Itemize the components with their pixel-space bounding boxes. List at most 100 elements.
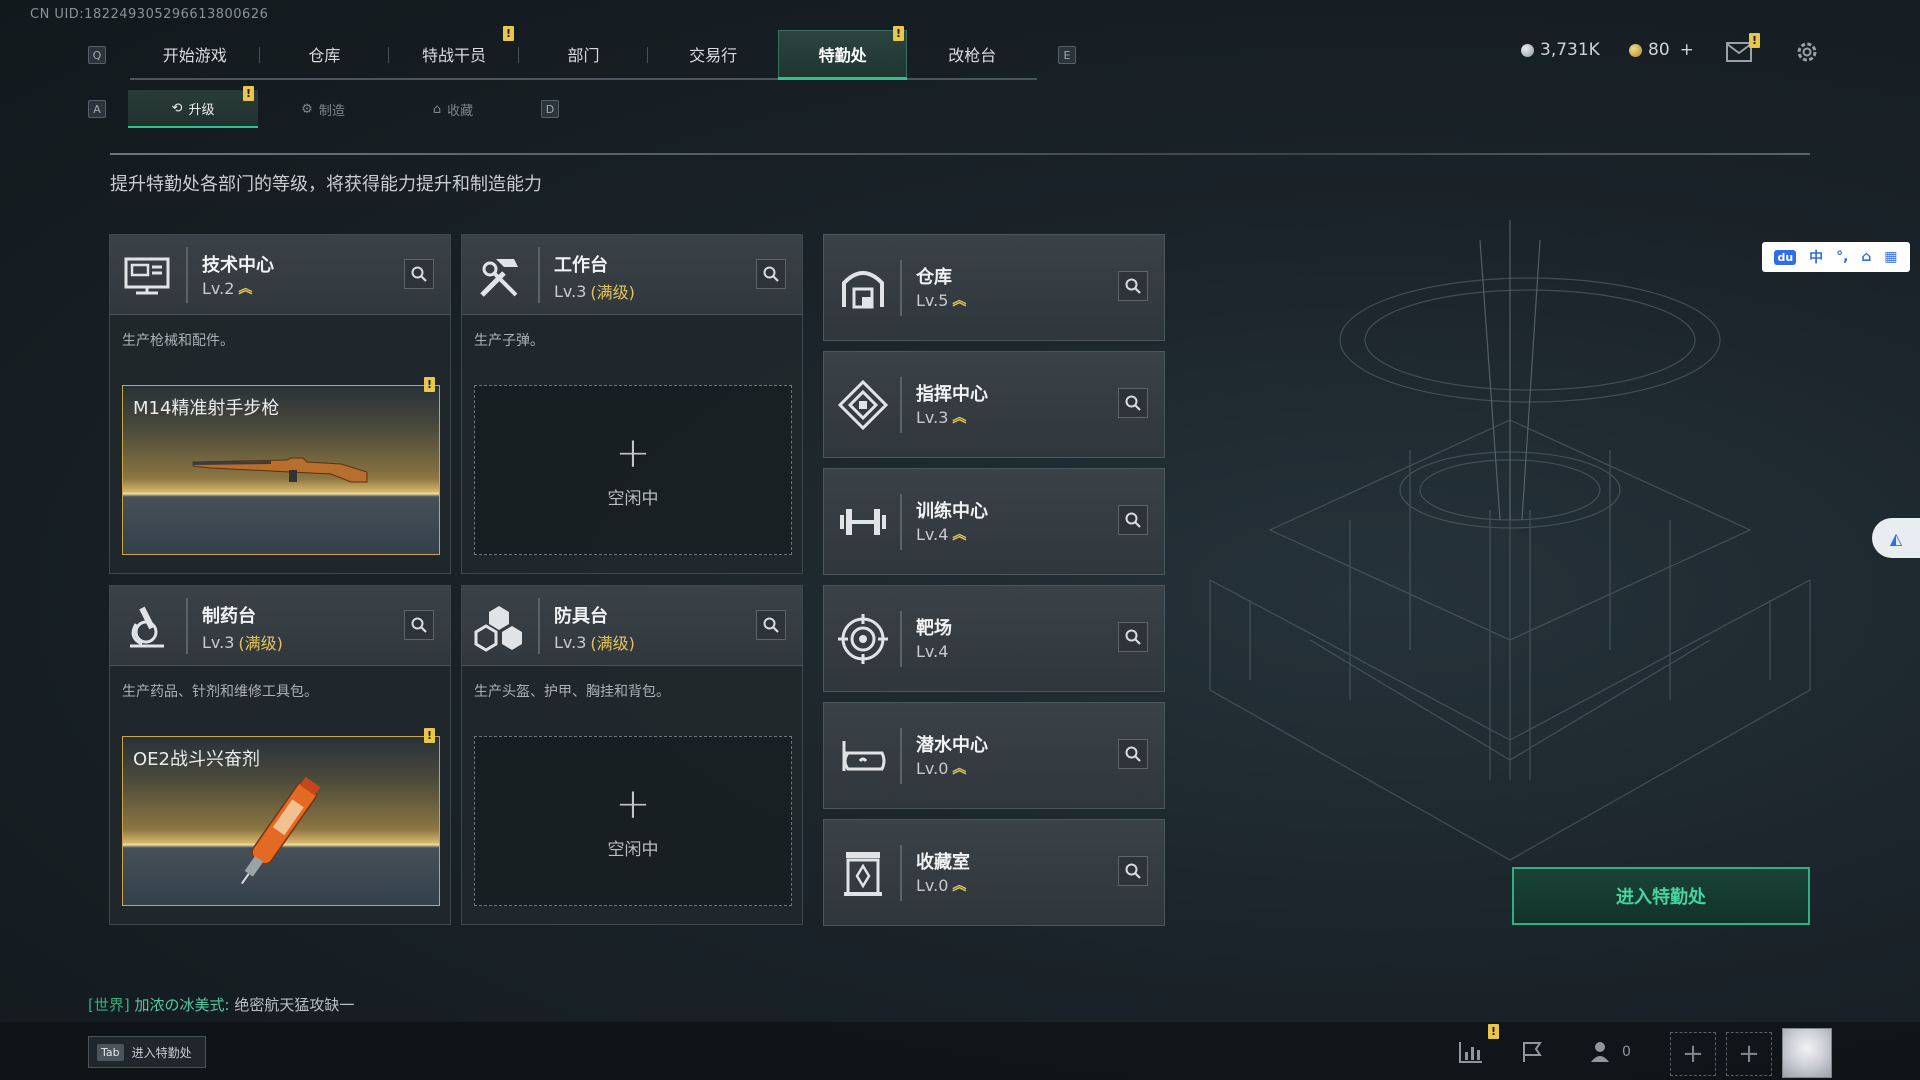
- level-text: Lv.4: [916, 642, 949, 661]
- ime-punctuation-mode[interactable]: °,: [1836, 249, 1848, 265]
- flag-icon[interactable]: [1520, 1040, 1546, 1064]
- tab-special-ops[interactable]: 特勤处: [777, 30, 908, 80]
- add-squad-slot[interactable]: +: [1670, 1032, 1716, 1076]
- department-card-workbench[interactable]: 工作台 Lv.3 (满级) 生产子弹。 + 空闲中: [461, 234, 803, 574]
- stats-chart-icon[interactable]: [1458, 1040, 1484, 1064]
- max-level-label: (满级): [590, 283, 635, 302]
- facility-name: 潜水中心: [916, 735, 988, 756]
- department-level: Lv.3 (满级): [554, 279, 635, 303]
- subtab-label: 升级: [188, 102, 215, 118]
- ime-skin-icon[interactable]: ⌂: [1861, 249, 1871, 265]
- collection-room-icon: [844, 852, 882, 896]
- inspect-button[interactable]: [1118, 622, 1148, 652]
- tab-operators[interactable]: 特战干员: [389, 30, 519, 78]
- upgrade-available-icon: ︽: [238, 280, 253, 297]
- ime-chinese-mode[interactable]: 中: [1809, 247, 1823, 267]
- inspect-button[interactable]: [404, 259, 434, 289]
- ime-toolbar[interactable]: du 中 °, ⌂ ▦: [1762, 242, 1910, 272]
- facility-card-command-center[interactable]: 指挥中心 Lv.3 ︽: [823, 351, 1165, 458]
- product-slot[interactable]: M14精准射手步枪: [122, 385, 440, 555]
- player-avatar[interactable]: [1782, 1028, 1832, 1078]
- subtab-collection[interactable]: ⌂ 收藏: [388, 90, 518, 128]
- upgrade-available-icon: ︽: [952, 526, 967, 543]
- department-name: 技术中心: [202, 255, 274, 276]
- enter-special-ops-button[interactable]: 进入特勤处: [1512, 867, 1810, 925]
- ime-logo-icon: du: [1774, 249, 1797, 265]
- chat-sender[interactable]: 加浓の冰美式:: [135, 996, 230, 1014]
- add-icon: +: [615, 427, 651, 477]
- facility-card-shooting-range[interactable]: 靶场 Lv.4: [823, 585, 1165, 692]
- upgrade-alert-badge: !: [243, 86, 254, 101]
- search-icon: [411, 266, 427, 282]
- stimulant-injector-image: [241, 776, 321, 885]
- level-text: Lv.0: [916, 759, 949, 778]
- storage-icon: [842, 271, 884, 309]
- add-icon: +: [615, 778, 651, 828]
- department-level: Lv.3 (满级): [202, 630, 283, 654]
- add-tickets-button[interactable]: +: [1680, 40, 1694, 60]
- header-divider: [186, 247, 188, 303]
- department-card-armory[interactable]: 防具台 Lv.3 (满级) 生产头盔、护甲、胸挂和背包。 + 空闲中: [461, 585, 803, 925]
- ime-grid-icon[interactable]: ▦: [1884, 249, 1897, 265]
- facility-card-diving-center[interactable]: 潜水中心 Lv.0 ︽: [823, 702, 1165, 809]
- idle-craft-slot[interactable]: + 空闲中: [474, 385, 792, 555]
- facility-card-storage[interactable]: 仓库 Lv.5 ︽: [823, 234, 1165, 341]
- world-chat-line[interactable]: [世界] 加浓の冰美式: 绝密航天猛攻缺一: [88, 994, 354, 1015]
- department-card-tech-center[interactable]: 技术中心 Lv.2 ︽ 生产枪械和配件。 M14精准射手步枪 !: [109, 234, 451, 574]
- subnav-prev-key-hint[interactable]: A: [88, 100, 106, 118]
- subtab-upgrade[interactable]: ⟲ 升级: [128, 90, 258, 128]
- product-slot[interactable]: OE2战斗兴奋剂: [122, 736, 440, 906]
- facility-name: 指挥中心: [916, 384, 988, 405]
- department-card-pharmacy[interactable]: 制药台 Lv.3 (满级) 生产药品、针剂和维修工具包。 OE2战斗兴奋剂 !: [109, 585, 451, 925]
- add-squad-slot[interactable]: +: [1726, 1032, 1772, 1076]
- level-text: Lv.3: [202, 632, 235, 652]
- friends-online[interactable]: 0: [1590, 1040, 1631, 1064]
- tab-warehouse[interactable]: 仓库: [260, 30, 390, 78]
- coin-icon: [1521, 43, 1534, 57]
- coin-balance: 3,731K: [1521, 40, 1600, 60]
- tab-label: 交易行: [689, 46, 738, 65]
- coin-amount: 3,731K: [1540, 40, 1600, 60]
- subtab-craft[interactable]: ⚙ 制造: [258, 90, 388, 128]
- inspect-button[interactable]: [756, 259, 786, 289]
- tab-gunsmith[interactable]: 改枪台: [907, 30, 1037, 78]
- inspect-button[interactable]: [1118, 271, 1148, 301]
- nav-prev-key-hint[interactable]: Q: [88, 46, 106, 64]
- level-text: Lv.2: [202, 279, 235, 298]
- tab-enter-hint[interactable]: Tab 进入特勤处: [88, 1036, 206, 1068]
- upgrade-available-icon: ︽: [952, 292, 967, 309]
- idle-craft-slot[interactable]: + 空闲中: [474, 736, 792, 906]
- subtab-label: 收藏: [447, 103, 474, 119]
- department-name: 制药台: [202, 606, 256, 627]
- facility-name: 靶场: [916, 618, 952, 639]
- tab-label: 仓库: [308, 46, 341, 65]
- tab-trading[interactable]: 交易行: [648, 30, 778, 78]
- ticket-amount: 80: [1648, 40, 1670, 60]
- floating-assistant-icon[interactable]: ◭: [1872, 518, 1920, 558]
- header-divider: [900, 260, 902, 316]
- facility-level: Lv.4 ︽: [916, 525, 966, 544]
- product-alert-badge: !: [424, 728, 435, 743]
- subnav-next-key-hint[interactable]: D: [541, 100, 559, 118]
- page-description: 提升特勤处各部门的等级，将获得能力提升和制造能力: [110, 174, 542, 195]
- tab-start-game[interactable]: 开始游戏: [130, 30, 260, 78]
- settings-gear-icon[interactable]: [1794, 39, 1820, 65]
- target-icon: [838, 614, 888, 664]
- special-ops-alert-badge: !: [893, 26, 904, 41]
- inspect-button[interactable]: [1118, 739, 1148, 769]
- facility-name: 训练中心: [916, 501, 988, 522]
- tab-label: 特勤处: [818, 46, 867, 65]
- nav-next-key-hint[interactable]: E: [1058, 46, 1076, 64]
- header-divider: [900, 377, 902, 433]
- inspect-button[interactable]: [1118, 388, 1148, 418]
- product-name: M14精准射手步枪: [133, 398, 280, 419]
- search-icon: [1125, 395, 1141, 411]
- facility-card-collection-room[interactable]: 收藏室 Lv.0 ︽: [823, 819, 1165, 926]
- facility-card-training-center[interactable]: 训练中心 Lv.4 ︽: [823, 468, 1165, 575]
- inspect-button[interactable]: [404, 610, 434, 640]
- inspect-button[interactable]: [1118, 505, 1148, 535]
- tab-department[interactable]: 部门: [519, 30, 649, 78]
- inspect-button[interactable]: [1118, 856, 1148, 886]
- inspect-button[interactable]: [756, 610, 786, 640]
- subtab-label: 制造: [318, 103, 345, 119]
